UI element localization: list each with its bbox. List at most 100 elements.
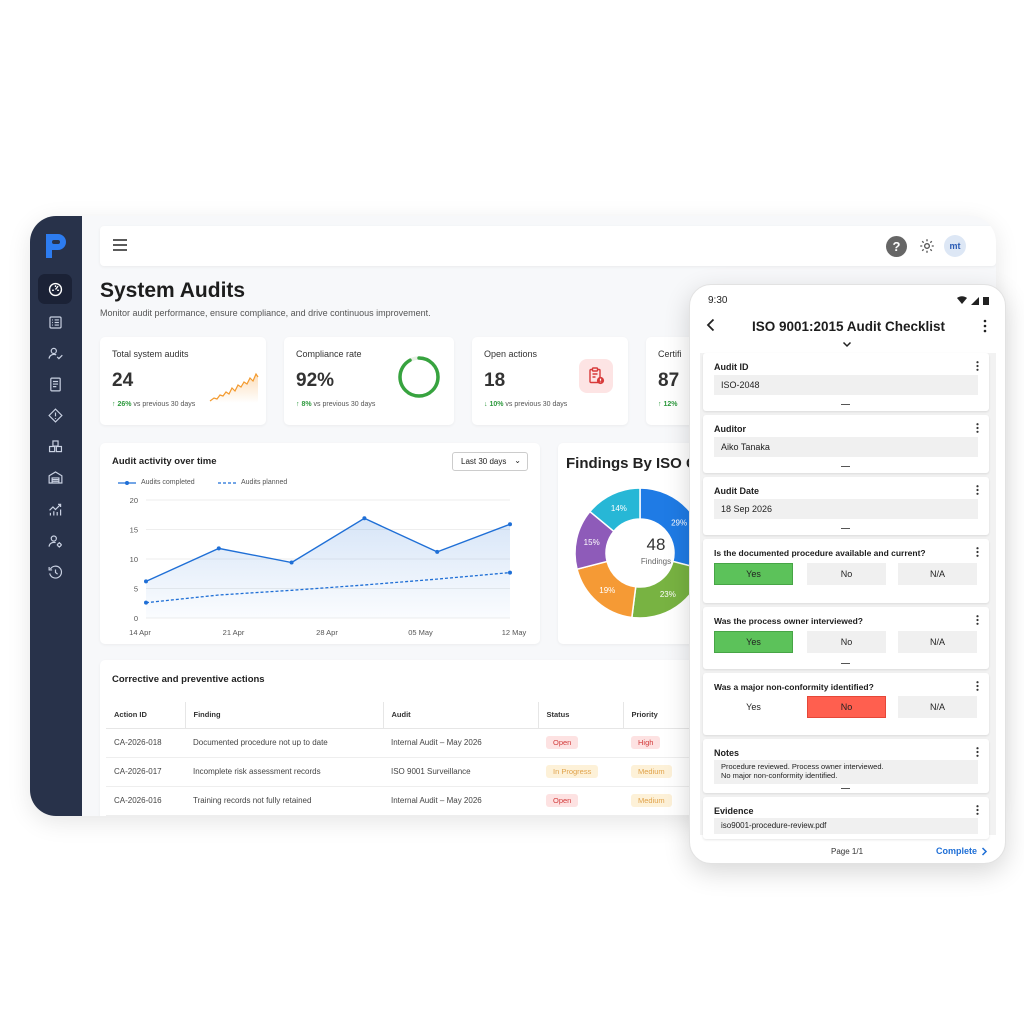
status-badge: Open <box>546 794 579 807</box>
stat-trend: ↓ 10% vs previous 30 days <box>484 401 568 408</box>
priority-badge: Medium <box>631 794 672 807</box>
sidebar-item-user-settings[interactable] <box>38 526 72 556</box>
stat-label: Compliance rate <box>296 349 362 359</box>
slice-label: 15% <box>584 538 600 547</box>
sparkline-icon <box>209 372 259 403</box>
table-row[interactable]: CA-2026-017 Incomplete risk assessment r… <box>106 757 703 787</box>
help-button[interactable]: ? <box>886 236 907 257</box>
option-yes-button[interactable]: Yes <box>714 696 793 718</box>
more-options-icon[interactable] <box>976 805 979 815</box>
more-options-icon[interactable] <box>976 747 979 757</box>
drag-handle[interactable] <box>841 404 850 405</box>
drag-handle[interactable] <box>841 788 850 789</box>
donut-total: 48 <box>646 535 666 554</box>
slice-label: 14% <box>611 504 627 513</box>
stat-value: 24 <box>112 370 134 391</box>
column-header[interactable]: Audit <box>383 702 539 729</box>
drag-handle[interactable] <box>841 466 850 467</box>
cell-finding: Documented procedure not up to date <box>185 728 383 758</box>
column-header[interactable]: Action ID <box>106 702 186 729</box>
page-indicator: Page 1/1 <box>831 847 864 856</box>
more-options-icon[interactable] <box>976 547 979 557</box>
field-card-audit-date: Audit Date 18 Sep 2026 <box>703 477 989 535</box>
page-title: System Audits <box>100 279 246 302</box>
stat-card-total-audits[interactable]: Total system audits 24 ↑ 26% vs previous… <box>100 337 266 425</box>
sidebar <box>30 216 82 816</box>
more-options-icon[interactable] <box>976 681 979 691</box>
compliance-ring-icon <box>398 356 440 398</box>
audit-activity-line-chart: 20 15 10 5 0 14 Apr 21 Apr 28 Apr 05 May 12 May <box>129 496 526 637</box>
complete-button[interactable]: Complete <box>936 846 988 856</box>
data-point <box>144 600 148 605</box>
table-row[interactable]: CA-2026-016 Training records not fully r… <box>106 786 703 816</box>
cell-action-id: CA-2026-018 <box>106 728 185 758</box>
checklist-body: Audit ID ISO-2048 Auditor Aiko Tanaka Au… <box>700 353 996 839</box>
question-card-procedure: Is the documented procedure available an… <box>703 539 989 603</box>
audit-activity-panel: Audit activity over time Last 30 days ⌄ … <box>100 443 540 644</box>
mobile-app-frame: 9:30 ISO 9001:2015 Audit Checklist Audit… <box>689 284 1006 864</box>
more-options-icon[interactable] <box>983 319 987 333</box>
stat-value: 87 <box>658 370 680 391</box>
notes-field[interactable]: Procedure reviewed. Process owner interv… <box>714 760 978 784</box>
field-label: Evidence <box>714 806 754 816</box>
stat-card-compliance-rate[interactable]: Compliance rate 92% ↑ 8% vs previous 30 … <box>284 337 454 425</box>
column-header[interactable]: Finding <box>185 702 384 729</box>
menu-icon[interactable] <box>112 238 128 252</box>
y-tick-label: 0 <box>134 614 138 623</box>
option-no-button[interactable]: No <box>807 696 886 718</box>
sidebar-item-risks[interactable] <box>38 400 72 430</box>
app-logo[interactable] <box>42 232 70 260</box>
cell-finding: Incomplete risk assessment records <box>185 757 383 787</box>
option-no-button[interactable]: No <box>807 631 886 653</box>
chevron-down-icon[interactable] <box>842 341 852 348</box>
option-na-button[interactable]: N/A <box>898 563 977 585</box>
sidebar-item-analytics[interactable] <box>38 494 72 524</box>
stat-label: Total system audits <box>112 349 189 359</box>
option-yes-button[interactable]: Yes <box>714 631 793 653</box>
evidence-file-field[interactable]: iso9001-procedure-review.pdf <box>714 818 978 834</box>
stat-label: Certifi <box>658 349 682 359</box>
more-options-icon[interactable] <box>976 361 979 371</box>
stat-trend: ↑ 12% <box>658 401 678 408</box>
stat-card-open-actions[interactable]: Open actions 18 ↓ 10% vs previous 30 day… <box>472 337 628 425</box>
sidebar-item-dashboard[interactable] <box>38 274 72 304</box>
y-tick-label: 10 <box>130 555 138 564</box>
sidebar-item-auditors[interactable] <box>38 338 72 368</box>
more-options-icon[interactable] <box>976 485 979 495</box>
sidebar-item-suppliers[interactable] <box>38 431 72 461</box>
warehouse-icon <box>48 470 62 484</box>
field-label: Audit ID <box>714 362 749 372</box>
gear-icon[interactable] <box>918 237 936 255</box>
option-no-button[interactable]: No <box>807 563 886 585</box>
status-badge: In Progress <box>546 765 599 778</box>
supplier-icon <box>48 439 62 452</box>
clipboard-alert-icon <box>579 359 613 393</box>
sidebar-item-history[interactable] <box>38 557 72 587</box>
avatar[interactable]: mt <box>944 235 966 257</box>
cell-audit: Internal Audit – May 2026 <box>383 728 538 758</box>
sidebar-item-facilities[interactable] <box>38 462 72 492</box>
data-point <box>144 579 148 584</box>
x-tick-label: 05 May <box>408 628 433 637</box>
field-label: Audit Date <box>714 486 759 496</box>
audit-id-field[interactable]: ISO-2048 <box>714 375 978 395</box>
audit-date-field[interactable]: 18 Sep 2026 <box>714 499 978 519</box>
auditor-field[interactable]: Aiko Tanaka <box>714 437 978 457</box>
sidebar-item-documents[interactable] <box>38 369 72 399</box>
column-header[interactable]: Status <box>538 702 624 729</box>
stat-label: Open actions <box>484 349 538 359</box>
table-row[interactable]: CA-2026-018 Documented procedure not up … <box>106 728 703 758</box>
drag-handle[interactable] <box>841 663 850 664</box>
stat-trend: ↑ 26% vs previous 30 days <box>112 401 196 408</box>
more-options-icon[interactable] <box>976 423 979 433</box>
drag-handle[interactable] <box>841 528 850 529</box>
option-na-button[interactable]: N/A <box>898 696 977 718</box>
sidebar-item-checklists[interactable] <box>38 307 72 337</box>
top-bar: ? mt <box>100 226 996 266</box>
checklist-icon <box>48 315 62 329</box>
cell-action-id: CA-2026-016 <box>106 786 185 816</box>
more-options-icon[interactable] <box>976 615 979 625</box>
option-yes-button[interactable]: Yes <box>714 563 793 585</box>
cell-audit: Internal Audit – May 2026 <box>383 786 538 816</box>
option-na-button[interactable]: N/A <box>898 631 977 653</box>
